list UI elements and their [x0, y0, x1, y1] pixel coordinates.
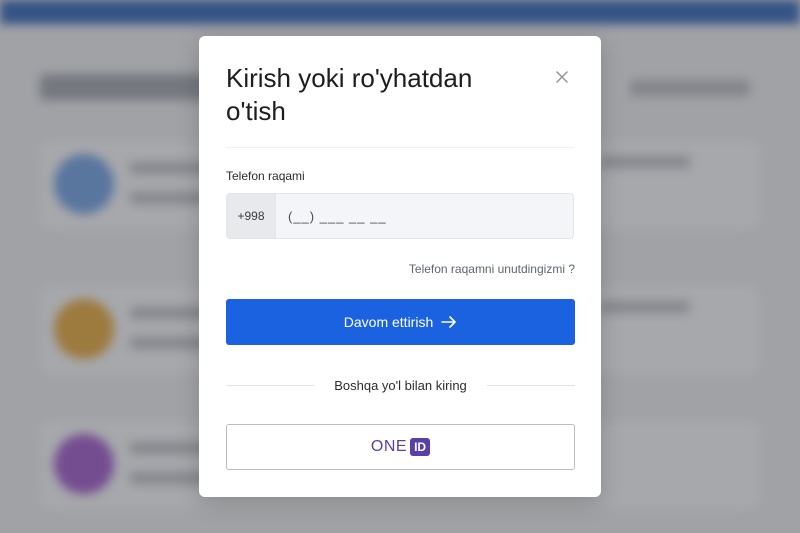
oneid-logo-badge: ID	[410, 438, 431, 456]
continue-button-label: Davom ettirish	[343, 314, 434, 330]
phone-input[interactable]	[276, 194, 573, 238]
oneid-login-button[interactable]: ONE ID	[226, 424, 575, 470]
alt-login-divider: Boshqa yo'l bilan kiring	[226, 376, 575, 394]
alt-login-text: Boshqa yo'l bilan kiring	[334, 377, 467, 393]
arrow-right-icon	[441, 316, 457, 328]
phone-field-group: +998	[226, 193, 574, 239]
phone-label: Telefon raqami	[226, 169, 305, 183]
modal-title: Kirish yoki ro'yhatdan o'tish	[226, 63, 473, 126]
close-button[interactable]	[551, 66, 573, 88]
login-modal: Kirish yoki ro'yhatdan o'tish Telefon ra…	[199, 36, 601, 497]
forgot-phone-link[interactable]: Telefon raqamni unutdingizmi ?	[409, 262, 575, 276]
divider	[226, 147, 574, 148]
close-icon	[556, 71, 568, 83]
oneid-logo-text: ONE	[370, 438, 408, 455]
continue-button[interactable]: Davom ettirish	[226, 299, 575, 345]
country-code-prefix: +998	[227, 194, 276, 238]
